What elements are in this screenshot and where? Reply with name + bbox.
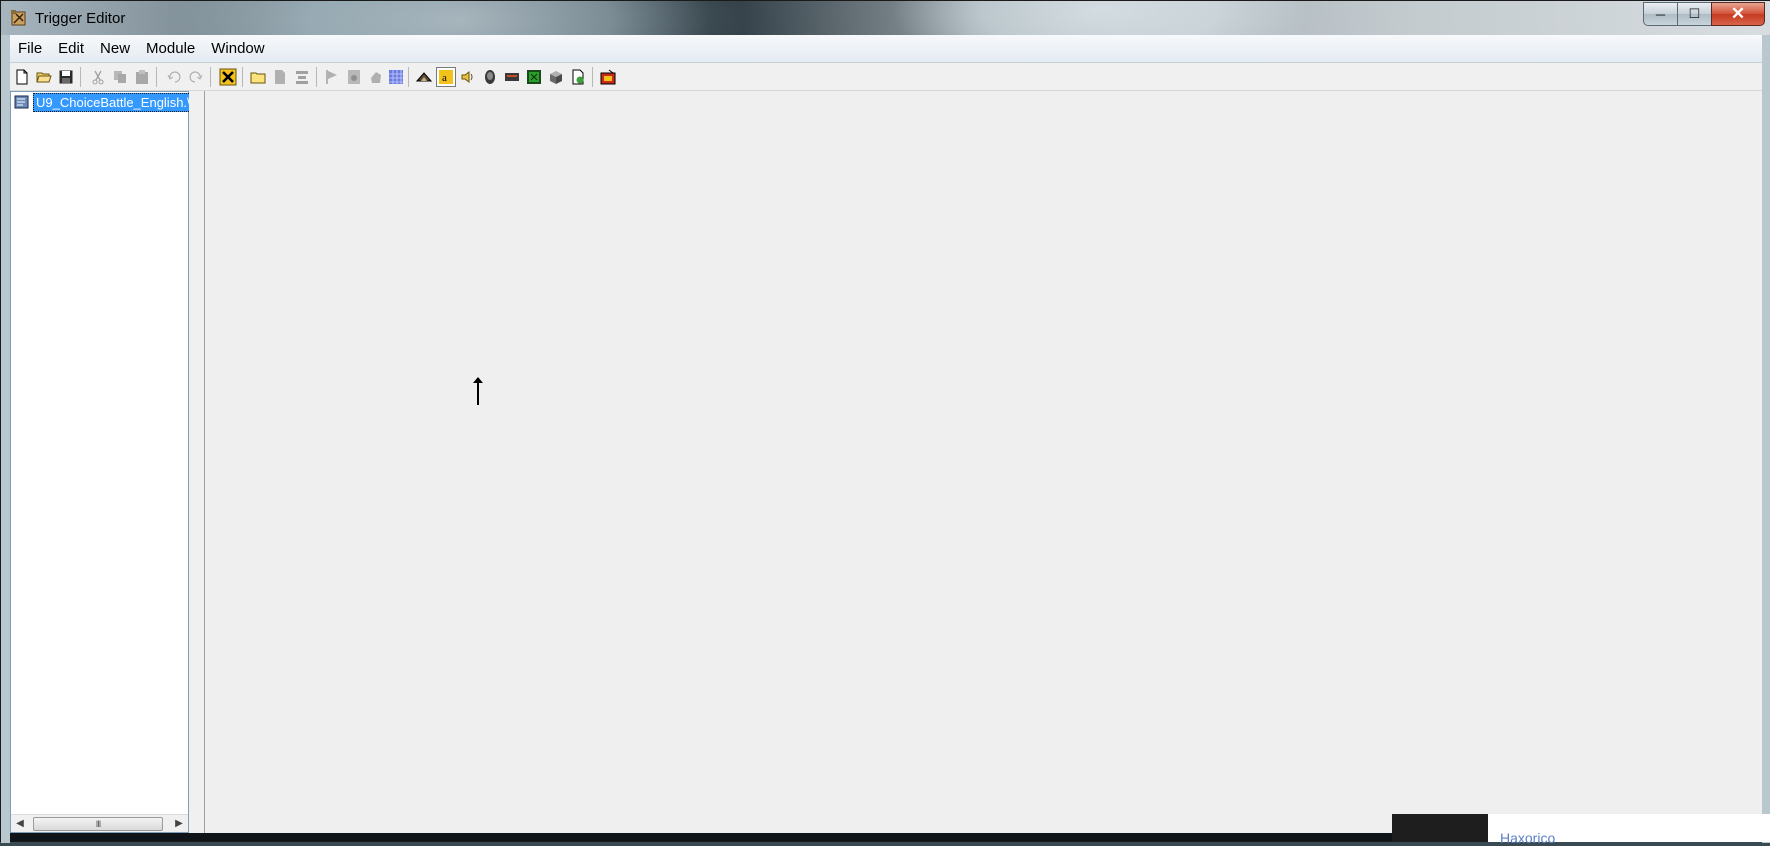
text-button[interactable]: a <box>436 67 456 87</box>
delete-button[interactable] <box>218 67 238 87</box>
minimap-icon <box>527 70 541 84</box>
tree-item-label[interactable]: U9_ChoiceBattle_English.\ <box>33 92 193 112</box>
align-icon <box>296 71 308 84</box>
save-icon <box>59 70 73 84</box>
export-icon <box>572 69 584 85</box>
scrollbar-thumb[interactable]: III <box>33 817 163 831</box>
cube-button[interactable] <box>546 67 566 87</box>
app-icon <box>11 10 26 26</box>
terrain-button[interactable] <box>414 67 434 87</box>
minimap-button[interactable] <box>524 67 544 87</box>
delete-icon <box>219 68 237 86</box>
toolbar-separator <box>156 67 157 87</box>
scroll-left-icon[interactable]: ◀ <box>13 817 27 831</box>
paste-button[interactable] <box>132 67 152 87</box>
title-bar[interactable]: Trigger Editor ─ ☐ ✕ <box>1 1 1770 35</box>
window-frame-right <box>1762 35 1770 843</box>
mouse-cursor-icon <box>473 377 483 405</box>
unit-icon <box>485 70 495 84</box>
align-button[interactable] <box>292 67 312 87</box>
terrain-icon <box>416 72 432 82</box>
toolbar-separator <box>242 67 243 87</box>
sound-icon <box>461 71 473 83</box>
toolbar-separator <box>408 67 409 87</box>
menu-window[interactable]: Window <box>203 35 272 63</box>
tree-view[interactable]: U9_ChoiceBattle_English.\ ◀ III ▶ <box>10 91 193 833</box>
trigger-file-icon <box>14 95 29 109</box>
flag-button[interactable] <box>322 67 342 87</box>
cube-icon <box>550 71 562 84</box>
menu-file[interactable]: File <box>10 35 50 63</box>
unit-button[interactable] <box>480 67 500 87</box>
grid-button[interactable] <box>386 67 406 87</box>
flag-icon <box>326 70 337 84</box>
toolbar: a <box>10 63 1762 91</box>
cut-icon <box>92 70 104 85</box>
mdi-workspace <box>205 91 1762 833</box>
new-document-icon <box>16 69 28 85</box>
toolbar-separator <box>210 67 211 87</box>
new-button[interactable] <box>12 67 32 87</box>
window-frame-left <box>1 35 10 843</box>
menu-module[interactable]: Module <box>138 35 203 63</box>
open-folder-icon <box>36 72 52 83</box>
pane-splitter[interactable] <box>189 91 205 833</box>
menu-edit[interactable]: Edit <box>50 35 92 63</box>
copy-icon <box>114 71 126 83</box>
new-folder-button[interactable] <box>248 67 268 87</box>
caption-buttons: ─ ☐ ✕ <box>1643 2 1765 26</box>
undo-icon <box>167 71 181 83</box>
close-button[interactable]: ✕ <box>1711 2 1765 26</box>
redo-button[interactable] <box>186 67 206 87</box>
trigger-run-icon <box>600 69 616 85</box>
svg-text:a: a <box>442 72 447 84</box>
new-page-button[interactable] <box>270 67 290 87</box>
export-button[interactable] <box>568 67 588 87</box>
text-icon: a <box>439 70 453 84</box>
toolbar-separator <box>80 67 81 87</box>
maximize-button[interactable]: ☐ <box>1677 2 1711 26</box>
minimize-button[interactable]: ─ <box>1643 2 1677 26</box>
trigger-editor-window: Trigger Editor ─ ☐ ✕ File Edit New Modul… <box>0 0 1770 843</box>
paste-icon <box>136 70 148 84</box>
notification-username[interactable]: Haxorico <box>1500 830 1555 846</box>
hand-icon <box>371 72 381 83</box>
menu-new[interactable]: New <box>92 35 138 63</box>
tree-item-module[interactable]: U9_ChoiceBattle_English.\ <box>14 92 193 112</box>
keyboard-icon <box>505 73 519 81</box>
keyboard-button[interactable] <box>502 67 522 87</box>
properties-icon <box>348 70 360 84</box>
grid-icon <box>389 70 403 84</box>
scroll-right-icon[interactable]: ▶ <box>172 817 186 831</box>
copy-button[interactable] <box>110 67 130 87</box>
redo-icon <box>189 71 203 83</box>
menu-bar: File Edit New Module Window <box>10 35 1762 63</box>
minimize-icon: ─ <box>1655 6 1666 22</box>
toolbar-separator <box>316 67 317 87</box>
properties-button[interactable] <box>344 67 364 87</box>
new-folder-icon <box>250 72 266 84</box>
save-button[interactable] <box>56 67 76 87</box>
cut-button[interactable] <box>88 67 108 87</box>
window-title: Trigger Editor <box>35 10 126 27</box>
notification-panel[interactable]: Haxorico <box>1488 814 1770 846</box>
open-button[interactable] <box>34 67 54 87</box>
close-icon: ✕ <box>1730 4 1746 23</box>
notification-panel-dark <box>1392 814 1488 842</box>
trigger-run-button[interactable] <box>598 67 618 87</box>
hand-button[interactable] <box>366 67 386 87</box>
new-page-icon <box>275 70 285 84</box>
maximize-icon: ☐ <box>1688 6 1701 21</box>
sound-button[interactable] <box>458 67 478 87</box>
undo-button[interactable] <box>164 67 184 87</box>
toolbar-separator <box>592 67 593 87</box>
horizontal-scrollbar[interactable]: ◀ III ▶ <box>11 814 188 832</box>
